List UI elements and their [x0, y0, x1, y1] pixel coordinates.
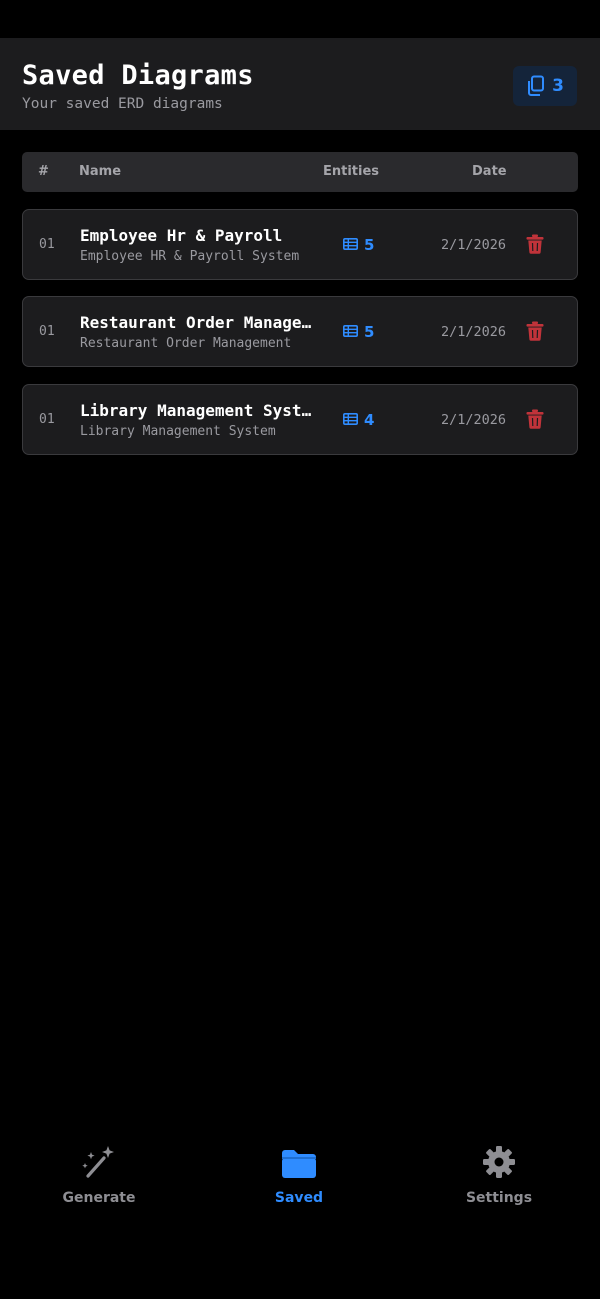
documents-icon: [526, 75, 546, 97]
diagram-title: Employee Hr & Payroll: [80, 226, 283, 245]
table-icon: [343, 322, 358, 341]
page-title: Saved Diagrams: [22, 60, 254, 91]
entity-count-value: 4: [364, 410, 375, 429]
page-subtitle: Your saved ERD diagrams: [22, 96, 223, 112]
row-number: 01: [39, 324, 55, 339]
row-number: 01: [39, 412, 55, 427]
saved-count-badge[interactable]: 3: [513, 66, 577, 106]
diagram-date: 2/1/2026: [441, 412, 507, 428]
folder-icon: [280, 1140, 318, 1180]
entity-count: 4: [343, 410, 374, 429]
gear-icon: [481, 1140, 517, 1180]
trash-icon[interactable]: [526, 409, 546, 431]
table-row[interactable]: 01 Employee Hr & Payroll Employee HR & P…: [22, 209, 578, 280]
entity-count-value: 5: [364, 322, 375, 341]
trash-icon[interactable]: [526, 321, 546, 343]
tab-label: Generate: [62, 1190, 136, 1206]
trash-icon[interactable]: [526, 234, 546, 256]
diagram-description: Library Management System: [80, 424, 276, 439]
entity-count: 5: [343, 322, 374, 341]
column-header-entities: Entities: [323, 164, 380, 179]
diagram-title: Library Management System: [80, 401, 312, 420]
table-header: # Name Entities Date: [22, 152, 578, 192]
diagram-title: Restaurant Order Management: [80, 313, 312, 332]
diagram-date: 2/1/2026: [441, 324, 507, 340]
magic-wand-icon: [82, 1140, 116, 1180]
entity-count-value: 5: [364, 235, 375, 254]
table-row[interactable]: 01 Restaurant Order Management Restauran…: [22, 296, 578, 367]
tab-generate[interactable]: Generate: [29, 1140, 169, 1220]
bottom-tab-bar: Generate Saved Settings: [0, 1140, 600, 1240]
column-header-date: Date: [472, 164, 507, 179]
saved-count: 3: [552, 76, 564, 96]
column-header-name: Name: [79, 164, 122, 179]
table-icon: [343, 410, 358, 429]
entity-count: 5: [343, 235, 374, 254]
diagram-description: Restaurant Order Management: [80, 336, 292, 351]
tab-label: Settings: [465, 1190, 533, 1206]
tab-label: Saved: [274, 1190, 324, 1206]
table-row[interactable]: 01 Library Management System Library Man…: [22, 384, 578, 455]
column-header-number: #: [38, 164, 49, 179]
table-icon: [343, 235, 358, 254]
diagram-date: 2/1/2026: [441, 237, 507, 253]
header-bar: Saved Diagrams Your saved ERD diagrams 3: [0, 38, 600, 130]
diagram-description: Employee HR & Payroll System: [80, 249, 300, 264]
row-number: 01: [39, 237, 55, 252]
tab-settings[interactable]: Settings: [429, 1140, 569, 1220]
tab-saved[interactable]: Saved: [229, 1140, 369, 1220]
